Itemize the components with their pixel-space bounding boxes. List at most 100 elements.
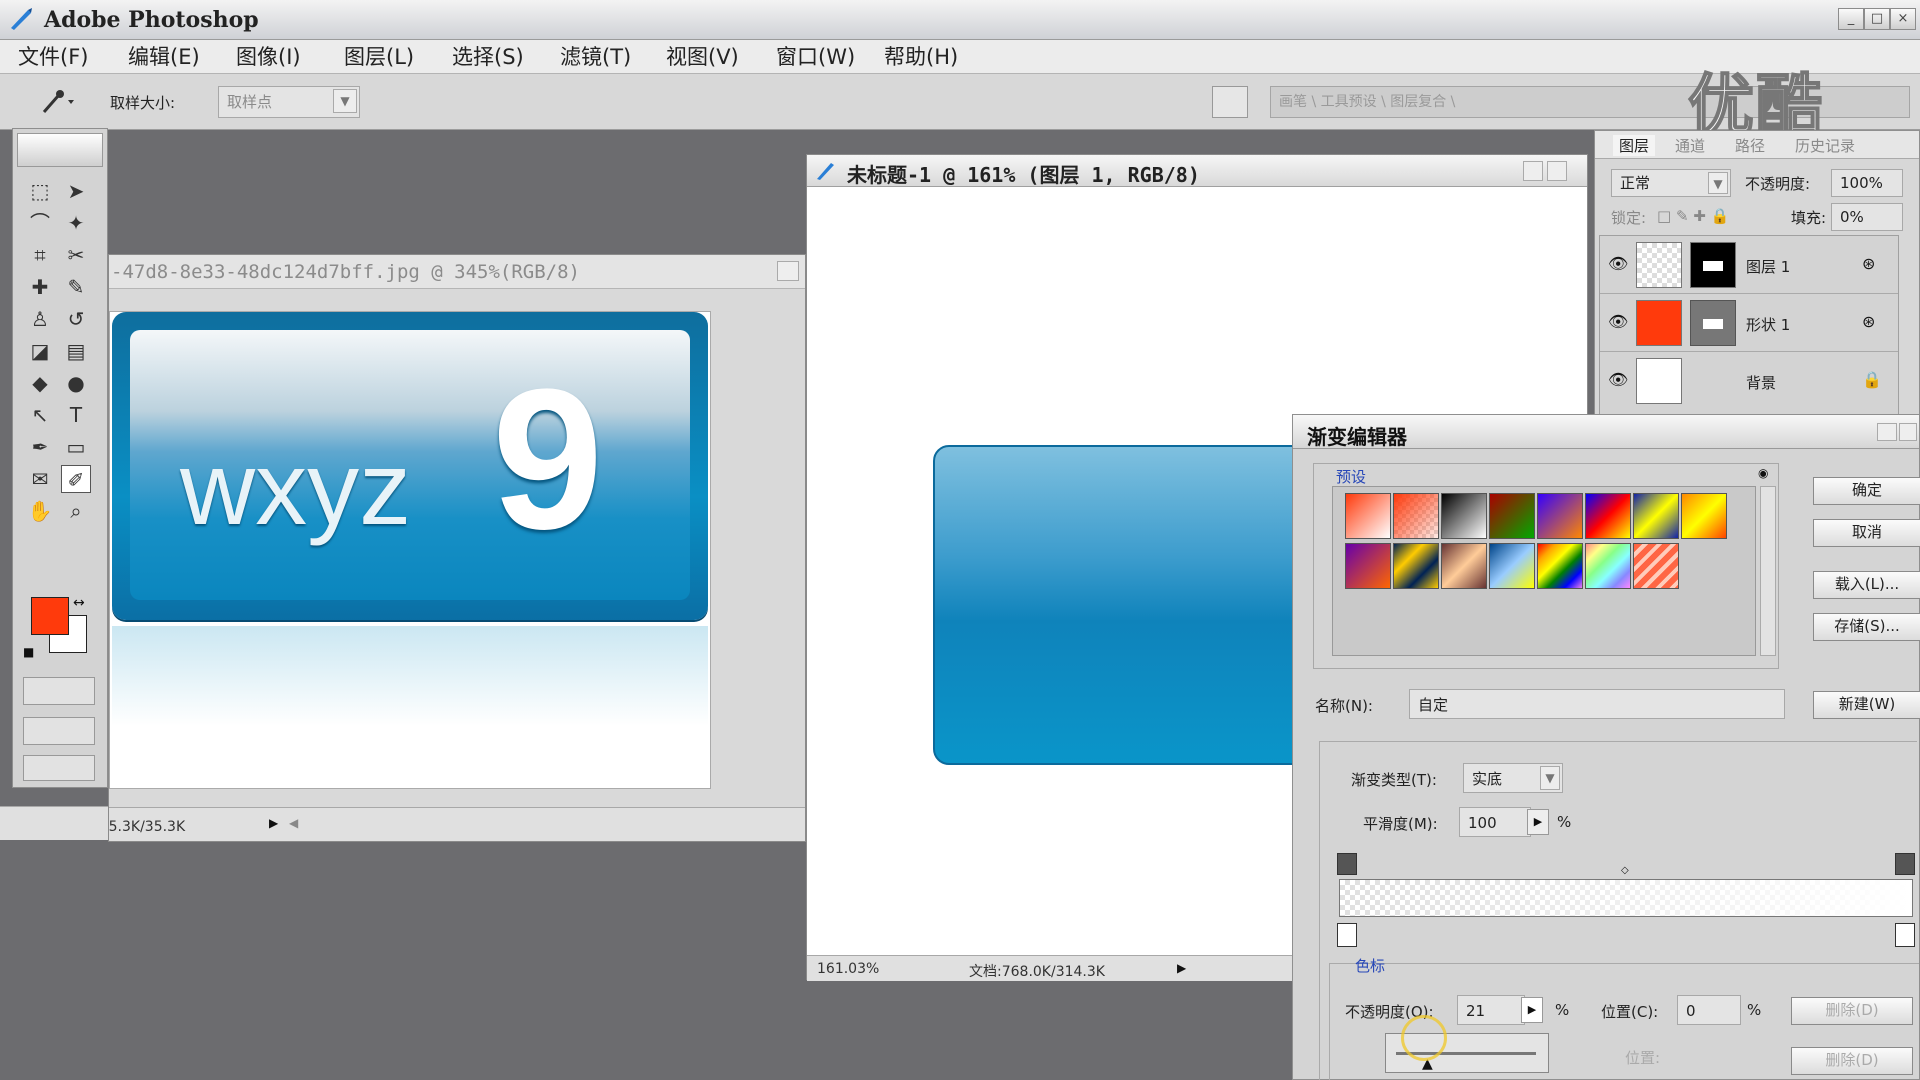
layer-row[interactable]: 👁 背景 🔒 (1600, 352, 1898, 410)
save-button[interactable]: 存储(S)... (1813, 613, 1920, 641)
move-tool-icon[interactable]: ➤ (61, 177, 91, 205)
delete-color-stop-button[interactable]: 删除(D) (1791, 1047, 1913, 1075)
menu-help[interactable]: 帮助(H) (884, 44, 958, 70)
tab-paths[interactable]: 路径 (1735, 135, 1765, 156)
palette-well-toggle-icon[interactable] (1212, 86, 1248, 118)
name-input[interactable]: 自定 (1409, 689, 1785, 719)
crop-tool-icon[interactable]: ⌗ (25, 241, 55, 269)
gradient-preview-bar[interactable] (1339, 879, 1913, 917)
color-stop-left-icon[interactable] (1337, 923, 1357, 947)
type-tool-icon[interactable]: T (61, 401, 91, 429)
presets-scrollbar[interactable] (1760, 486, 1776, 656)
preset-swatch[interactable] (1585, 543, 1631, 589)
blur-tool-icon[interactable]: ◆ (25, 369, 55, 397)
fill-input[interactable]: 0% (1831, 203, 1903, 231)
menu-select[interactable]: 选择(S) (452, 44, 524, 70)
slice-tool-icon[interactable]: ✂ (61, 241, 91, 269)
stop-location-input[interactable]: 0 (1677, 995, 1741, 1025)
menu-filter[interactable]: 滤镜(T) (560, 44, 631, 70)
smoothness-input[interactable]: 100 (1459, 807, 1531, 837)
blend-mode-select[interactable]: 正常 ▼ (1611, 169, 1731, 197)
opacity-stop-right-icon[interactable] (1895, 853, 1915, 875)
dialog-close-button[interactable] (1899, 423, 1917, 441)
pen-tool-icon[interactable]: ✒ (25, 433, 55, 461)
default-colors-icon[interactable]: ■ (23, 645, 34, 659)
menu-edit[interactable]: 编辑(E) (128, 44, 200, 70)
document-2-maximize-button[interactable] (1547, 161, 1567, 181)
healing-brush-tool-icon[interactable]: ✚ (25, 273, 55, 301)
preset-swatch[interactable] (1345, 543, 1391, 589)
layer-effects-icon[interactable]: ⊛ (1862, 312, 1875, 331)
preset-swatch[interactable] (1681, 493, 1727, 539)
document-1-canvas[interactable]: wxyz 9 (109, 311, 711, 789)
smoothness-arrow-icon[interactable]: ▶ (1527, 809, 1549, 835)
new-button[interactable]: 新建(W) (1813, 691, 1920, 719)
visibility-eye-icon[interactable]: 👁 (1608, 312, 1628, 331)
path-selection-tool-icon[interactable]: ↖ (25, 401, 55, 429)
preset-swatch[interactable] (1393, 543, 1439, 589)
layer-row[interactable]: 👁 形状 1 ⊛ (1600, 294, 1898, 352)
stop-opacity-arrow-icon[interactable]: ▶ (1521, 997, 1543, 1023)
jump-to-imageready-icon[interactable] (23, 755, 95, 781)
preset-swatch[interactable] (1489, 543, 1535, 589)
menu-file[interactable]: 文件(F) (18, 44, 88, 70)
history-brush-tool-icon[interactable]: ↺ (61, 305, 91, 333)
status-arrow-icon[interactable]: ▶ (269, 816, 278, 830)
notes-tool-icon[interactable]: ✉ (25, 465, 55, 493)
eyedropper-tool-icon[interactable] (38, 88, 82, 116)
dialog-help-button[interactable] (1877, 423, 1897, 441)
preset-swatch[interactable] (1345, 493, 1391, 539)
quick-mask-toggle-icon[interactable] (23, 677, 95, 705)
scroll-left-icon[interactable]: ◀ (289, 816, 298, 830)
preset-swatch[interactable] (1537, 543, 1583, 589)
dodge-tool-icon[interactable]: ● (61, 369, 91, 397)
presets-menu-icon[interactable]: ◉ (1758, 466, 1768, 480)
visibility-eye-icon[interactable]: 👁 (1608, 370, 1628, 389)
brush-tool-icon[interactable]: ✎ (61, 273, 91, 301)
document-1-minimize-button[interactable] (777, 261, 799, 281)
tab-layers[interactable]: 图层 (1613, 135, 1656, 156)
opacity-input[interactable]: 100% (1831, 169, 1903, 197)
preset-swatch[interactable] (1441, 543, 1487, 589)
stop-opacity-input[interactable]: 21 (1457, 995, 1525, 1025)
opacity-stop-left-icon[interactable] (1337, 853, 1357, 875)
menu-layer[interactable]: 图层(L) (344, 44, 414, 70)
document-2-minimize-button[interactable] (1523, 161, 1543, 181)
layer-effects-icon[interactable]: ⊛ (1862, 254, 1875, 273)
lock-icons[interactable]: □ ✎ ✚ 🔒 (1657, 207, 1729, 225)
clone-stamp-tool-icon[interactable]: ♙ (25, 305, 55, 333)
cancel-button[interactable]: 取消 (1813, 519, 1920, 547)
delete-opacity-stop-button[interactable]: 删除(D) (1791, 997, 1913, 1025)
eraser-tool-icon[interactable]: ◪ (25, 337, 55, 365)
eyedropper-tool-icon-active[interactable]: ✐ (61, 465, 91, 493)
swap-colors-icon[interactable]: ↔ (73, 595, 85, 611)
visibility-eye-icon[interactable]: 👁 (1608, 254, 1628, 273)
maximize-button[interactable]: □ (1864, 8, 1890, 30)
menu-window[interactable]: 窗口(W) (776, 44, 855, 70)
lasso-tool-icon[interactable]: ⌒ (25, 209, 55, 237)
preset-swatch[interactable] (1441, 493, 1487, 539)
preset-swatch[interactable] (1537, 493, 1583, 539)
preset-swatch[interactable] (1585, 493, 1631, 539)
preset-swatch[interactable] (1393, 493, 1439, 539)
preset-swatch[interactable] (1633, 493, 1679, 539)
shape-tool-icon[interactable]: ▭ (61, 433, 91, 461)
close-button[interactable]: × (1890, 8, 1916, 30)
foreground-color-swatch[interactable] (31, 597, 69, 635)
gradient-tool-icon[interactable]: ▤ (61, 337, 91, 365)
zoom-tool-icon[interactable]: ⌕ (61, 497, 91, 525)
screen-mode-icon[interactable] (23, 717, 95, 745)
tab-history[interactable]: 历史记录 (1795, 135, 1855, 156)
status-arrow-icon-2[interactable]: ▶ (1177, 961, 1186, 975)
color-stop-right-icon[interactable] (1895, 923, 1915, 947)
marquee-tool-icon[interactable]: ⬚ (25, 177, 55, 205)
midpoint-diamond-icon[interactable]: ◇ (1621, 865, 1629, 876)
layer-row[interactable]: 👁 图层 1 ⊛ (1600, 236, 1898, 294)
minimize-button[interactable]: _ (1838, 8, 1864, 30)
preset-swatch[interactable] (1633, 543, 1679, 589)
gradient-type-select[interactable]: 实底 ▼ (1463, 763, 1563, 793)
ok-button[interactable]: 确定 (1813, 477, 1920, 505)
document-2-zoom[interactable]: 161.03% (817, 961, 879, 977)
menu-image[interactable]: 图像(I) (236, 44, 301, 70)
menu-view[interactable]: 视图(V) (666, 44, 739, 70)
